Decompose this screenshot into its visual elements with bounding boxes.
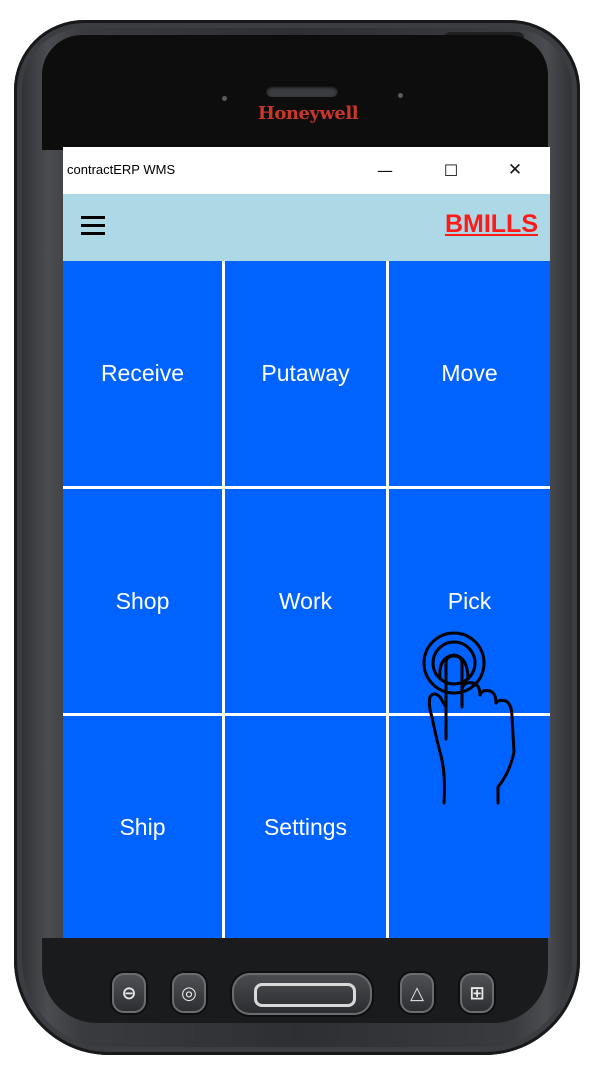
maximize-button[interactable]: ☐ (431, 153, 471, 187)
back-icon: ⊖ (121, 982, 137, 1004)
tile-label: Ship (119, 813, 166, 840)
tile-ship[interactable]: Ship (63, 716, 222, 938)
earpiece-speaker (266, 85, 338, 97)
tile-receive[interactable]: Receive (63, 261, 222, 486)
tile-label: Putaway (261, 360, 350, 386)
apps-icon: ⊞ (469, 982, 485, 1004)
tile-putaway[interactable]: Putaway (225, 261, 386, 486)
tile-label: Settings (263, 813, 348, 840)
tile-label: Receive (100, 360, 185, 386)
tile-label: Work (278, 587, 333, 614)
scan-button[interactable]: △ (400, 973, 434, 1013)
user-name[interactable]: BMILLS (445, 210, 538, 239)
tile-label: Pick (447, 587, 492, 614)
tile-label: Shop (115, 587, 170, 614)
tile-label: Move (441, 360, 498, 386)
tile-shop[interactable]: Shop (63, 489, 222, 713)
apps-button[interactable]: ⊞ (460, 973, 494, 1013)
camera-button[interactable]: ◎ (172, 973, 206, 1013)
maximize-icon: ☐ (443, 160, 459, 180)
minimize-icon: — (377, 160, 393, 180)
sensor-dot (222, 96, 227, 101)
close-icon: ✕ (507, 160, 523, 180)
grid-divider (63, 486, 550, 489)
close-button[interactable]: ✕ (495, 153, 535, 187)
back-button[interactable]: ⊖ (112, 973, 146, 1013)
home-button[interactable] (232, 973, 372, 1015)
tile-work[interactable]: Work (225, 489, 386, 713)
minimize-button[interactable]: — (365, 153, 405, 187)
grid-divider (386, 261, 389, 938)
tap-hand-icon (422, 631, 516, 805)
window-title: contractERP WMS (67, 162, 176, 177)
camera-dot (398, 93, 403, 98)
window-titlebar: contractERP WMS — ☐ ✕ (63, 147, 550, 194)
camera-icon: ◎ (181, 982, 197, 1004)
app-header: BMILLS (63, 194, 550, 261)
grid-divider (222, 261, 225, 938)
device-screen: contractERP WMS — ☐ ✕ BMILLS Receive Put… (63, 147, 550, 938)
tile-settings[interactable]: Settings (225, 716, 386, 938)
scan-icon: △ (410, 982, 424, 1004)
tile-move[interactable]: Move (389, 261, 550, 486)
hamburger-icon[interactable] (81, 216, 105, 236)
brand-logo: Honeywell (257, 103, 359, 124)
